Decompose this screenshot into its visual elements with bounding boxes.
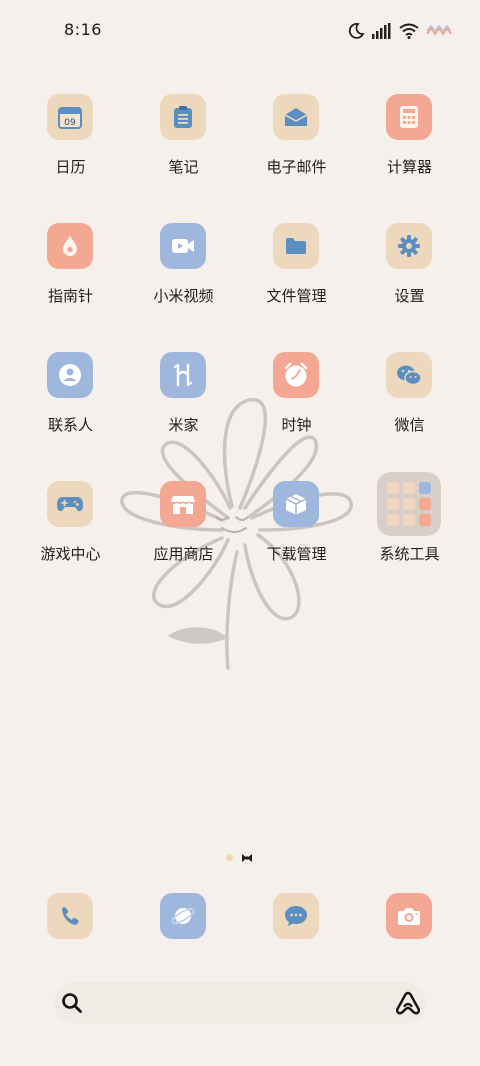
app-label-file-manager: 文件管理 bbox=[266, 287, 327, 305]
calendar-date: 09 bbox=[64, 118, 76, 128]
app-calculator[interactable]: 计算器 bbox=[353, 94, 466, 204]
store-icon bbox=[160, 481, 206, 527]
folder-mini-app-icon bbox=[419, 514, 431, 526]
planet-icon bbox=[160, 893, 206, 939]
envelope-icon bbox=[273, 94, 319, 140]
folder-mini-app-icon bbox=[387, 482, 399, 494]
app-label-wechat: 微信 bbox=[394, 416, 425, 434]
bow-page-dot-icon[interactable] bbox=[241, 848, 253, 867]
search-icon[interactable] bbox=[60, 991, 84, 1019]
dock bbox=[0, 893, 480, 941]
wechat-icon bbox=[386, 352, 432, 398]
app-label-calculator: 计算器 bbox=[386, 158, 432, 176]
folder-mini-app-icon bbox=[387, 514, 399, 526]
app-mi-home[interactable]: 米家 bbox=[127, 352, 240, 462]
calculator-icon bbox=[386, 94, 432, 140]
app-label-notes: 笔记 bbox=[168, 158, 199, 176]
app-file-manager[interactable]: 文件管理 bbox=[240, 223, 353, 333]
gamepad-icon bbox=[47, 481, 93, 527]
folder-mini-app-icon bbox=[403, 482, 415, 494]
app-contacts[interactable]: 联系人 bbox=[14, 352, 127, 462]
app-clock[interactable]: 时钟 bbox=[240, 352, 353, 462]
app-email[interactable]: 电子邮件 bbox=[240, 94, 353, 204]
app-label-email: 电子邮件 bbox=[266, 158, 327, 176]
app-label-clock: 时钟 bbox=[281, 416, 312, 434]
status-time: 8:16 bbox=[64, 20, 102, 39]
folder-grid-icon bbox=[377, 472, 441, 536]
folder-mini-app-icon bbox=[403, 514, 415, 526]
calendar-icon: 09 bbox=[47, 94, 93, 140]
drop-icon bbox=[47, 223, 93, 269]
folder-mini-app-icon bbox=[387, 498, 399, 510]
app-label-compass: 指南针 bbox=[47, 287, 93, 305]
chat-bubble-icon bbox=[273, 893, 319, 939]
app-store[interactable]: 应用商店 bbox=[127, 481, 240, 591]
app-notes[interactable]: 笔记 bbox=[127, 94, 240, 204]
camera-icon bbox=[386, 893, 432, 939]
wifi-icon bbox=[399, 23, 419, 39]
alarm-clock-icon bbox=[273, 352, 319, 398]
app-wechat[interactable]: 微信 bbox=[353, 352, 466, 462]
folder-mini-app-icon bbox=[419, 482, 431, 494]
person-icon bbox=[47, 352, 93, 398]
folder-mini-app-icon bbox=[403, 498, 415, 510]
video-icon bbox=[160, 223, 206, 269]
status-icons bbox=[347, 20, 452, 42]
folder-mini-app-icon bbox=[419, 498, 431, 510]
app-game-center[interactable]: 游戏中心 bbox=[14, 481, 127, 591]
app-system-tools-folder[interactable]: 系统工具 bbox=[353, 472, 466, 591]
battery-icon bbox=[426, 25, 452, 37]
mihome-icon bbox=[160, 352, 206, 398]
box-icon bbox=[273, 481, 319, 527]
status-bar: 8:16 bbox=[0, 0, 480, 62]
phone-icon bbox=[47, 893, 93, 939]
app-compass[interactable]: 指南针 bbox=[14, 223, 127, 333]
folder-preview-grid bbox=[387, 482, 431, 526]
signal-icon bbox=[372, 23, 392, 39]
app-label-calendar: 日历 bbox=[55, 158, 86, 176]
search-bar[interactable] bbox=[54, 982, 426, 1024]
app-label-settings: 设置 bbox=[394, 287, 425, 305]
app-settings[interactable]: 设置 bbox=[353, 223, 466, 333]
page-dot-1[interactable] bbox=[226, 854, 233, 861]
app-label-contacts: 联系人 bbox=[47, 416, 93, 434]
moon-icon bbox=[347, 22, 365, 40]
app-mi-video[interactable]: 小米视频 bbox=[127, 223, 240, 333]
app-label-mi-video: 小米视频 bbox=[153, 287, 214, 305]
clipboard-icon bbox=[160, 94, 206, 140]
app-label-downloads: 下载管理 bbox=[266, 545, 327, 563]
page-indicator[interactable] bbox=[226, 848, 253, 867]
app-calendar[interactable]: 09 日历 bbox=[14, 94, 127, 204]
gear-icon bbox=[386, 223, 432, 269]
app-label-app-store: 应用商店 bbox=[153, 545, 214, 563]
folder-icon bbox=[273, 223, 319, 269]
assistant-icon[interactable] bbox=[394, 990, 422, 1020]
app-label-mi-home: 米家 bbox=[168, 416, 199, 434]
app-downloads[interactable]: 下载管理 bbox=[240, 481, 353, 591]
app-label-system-tools: 系统工具 bbox=[379, 545, 440, 563]
app-label-game-center: 游戏中心 bbox=[40, 545, 101, 563]
